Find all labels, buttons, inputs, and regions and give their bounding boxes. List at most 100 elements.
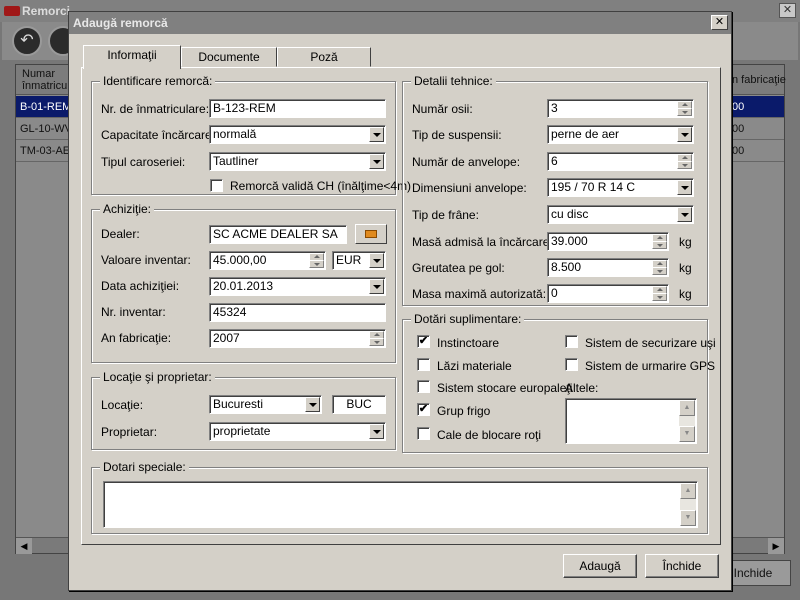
purchase-date-picker[interactable]: 20.01.2013 [209,277,386,296]
scroll-down-icon[interactable]: ▼ [679,426,695,442]
empty-weight-label: Greutatea pe gol: [412,261,505,275]
close-icon[interactable]: ✕ [711,15,728,30]
tab-documente[interactable]: Documente [181,47,277,67]
inventory-value-spinner[interactable] [309,253,324,268]
special-scrollbar[interactable]: ▲ ▼ [680,483,696,526]
max-mass-value: 0 [551,286,558,300]
currency-select[interactable]: EUR [332,251,386,270]
row-year: 00 [732,123,745,135]
spin-down-icon[interactable] [677,108,692,116]
spin-down-icon[interactable] [369,338,384,346]
purchase-date-label: Data achiziţiei: [101,279,180,293]
chevron-down-icon[interactable] [369,279,384,294]
load-mass-input[interactable]: 39.000 [547,232,669,251]
scroll-down-icon[interactable]: ▼ [680,510,696,526]
tires-count-input[interactable]: 6 [547,152,694,171]
parent-close-icon[interactable]: ✕ [779,3,796,18]
chevron-down-icon[interactable] [677,207,692,222]
ch-valid-checkbox[interactable] [210,179,223,192]
manufacture-year-spinner[interactable] [369,331,384,346]
spin-down-icon[interactable] [309,260,324,268]
chevron-down-icon[interactable] [305,397,320,412]
group-identificare: Identificare remorcă: Nr. de înmatricula… [91,74,411,195]
door-security-checkbox[interactable] [565,335,578,348]
owner-select[interactable]: proprietate [209,422,386,441]
group-title: Dotări suplimentare: [411,312,525,326]
chevron-down-icon[interactable] [677,180,692,195]
tires-count-spinner[interactable] [677,154,692,169]
suspension-select[interactable]: perne de aer [547,125,694,144]
spin-down-icon[interactable] [652,241,667,249]
spin-down-icon[interactable] [652,267,667,275]
scroll-right-icon[interactable]: ▶ [768,538,784,554]
dealer-label: Dealer: [101,227,140,241]
inventory-value-label: Valoare inventar: [101,253,191,267]
manufacture-year-input[interactable]: 2007 [209,329,386,348]
inventory-number-input[interactable]: 45324 [209,303,386,322]
pallet-storage-checkbox[interactable] [417,380,430,393]
other-textarea[interactable]: ▲ ▼ [565,398,697,444]
group-achizitie: Achiziţie: Dealer: SC ACME DEALER SA Val… [91,202,396,363]
close-button[interactable]: Închide [645,554,719,578]
chevron-down-icon[interactable] [677,127,692,142]
inventory-number-label: Nr. inventar: [101,305,166,319]
back-arrow-icon[interactable]: ↶ [12,26,42,56]
load-mass-unit: kg [679,235,692,249]
plate-input[interactable]: B-123-REM [209,99,386,118]
reefer-unit-checkbox[interactable]: ✔ [417,403,430,416]
scroll-up-icon[interactable]: ▲ [680,483,696,499]
special-equipment-textarea[interactable]: ▲ ▼ [103,481,698,528]
body-type-select[interactable]: Tautliner [209,152,386,171]
group-locatie: Locaţie şi proprietar: Locaţie: Bucurest… [91,370,396,450]
spin-down-icon[interactable] [652,293,667,301]
max-mass-input[interactable]: 0 [547,284,669,303]
capacity-select[interactable]: normală [209,125,386,144]
brakes-select[interactable]: cu disc [547,205,694,224]
folder-icon [365,230,377,238]
tab-informatii[interactable]: Informaţii [83,45,181,69]
scroll-up-icon[interactable]: ▲ [679,400,695,416]
gps-tracking-checkbox[interactable] [565,358,578,371]
add-trailer-dialog: Adaugă remorcă ✕ Informaţii Documente Po… [68,11,732,591]
max-mass-spinner[interactable] [652,286,667,301]
empty-weight-spinner[interactable] [652,260,667,275]
max-mass-label: Masa maximă autorizată: [412,287,547,301]
chevron-down-icon[interactable] [369,154,384,169]
chevron-down-icon[interactable] [369,253,384,268]
brakes-label: Tip de frâne: [412,208,479,222]
scroll-left-icon[interactable]: ◀ [16,538,32,554]
body-type-label: Tipul caroseriei: [101,155,186,169]
row-year: 00 [732,145,745,157]
axles-input[interactable]: 3 [547,99,694,118]
axles-spinner[interactable] [677,101,692,116]
tab-poza[interactable]: Poză [277,47,371,67]
owner-label: Proprietar: [101,425,158,439]
chevron-down-icon[interactable] [369,127,384,142]
group-title: Detalii tehnice: [411,74,496,88]
tire-size-select[interactable]: 195 / 70 R 14 C [547,178,694,197]
location-label: Locaţie: [101,398,144,412]
add-button[interactable]: Adaugă [563,554,637,578]
gps-tracking-label: Sistem de urmarire GPS [585,359,716,373]
dealer-lookup-button[interactable] [355,224,387,244]
plate-label: Nr. de înmatriculare: [101,102,210,116]
row-year: 00 [732,101,745,113]
empty-weight-value: 8.500 [551,260,582,274]
load-mass-spinner[interactable] [652,234,667,249]
grid-header-plate[interactable]: Numar înmatricul [22,68,72,92]
inventory-value-input[interactable]: 45.000,00 [209,251,326,270]
other-scrollbar[interactable]: ▲ ▼ [679,400,695,442]
tire-size-label: Dimensiuni anvelope: [412,181,527,195]
empty-weight-input[interactable]: 8.500 [547,258,669,277]
group-title: Dotari speciale: [100,460,189,474]
capacity-value: normală [213,127,257,141]
location-select[interactable]: Bucuresti [209,395,322,414]
wheel-chocks-checkbox[interactable] [417,427,430,440]
toolbox-checkbox[interactable] [417,358,430,371]
extinguisher-label: Instinctoare [437,336,500,350]
grid-header-year[interactable]: n fabricaţie [732,74,786,86]
chevron-down-icon[interactable] [369,424,384,439]
spin-down-icon[interactable] [677,161,692,169]
dealer-input[interactable]: SC ACME DEALER SA [209,225,347,244]
extinguisher-checkbox[interactable]: ✔ [417,335,430,348]
